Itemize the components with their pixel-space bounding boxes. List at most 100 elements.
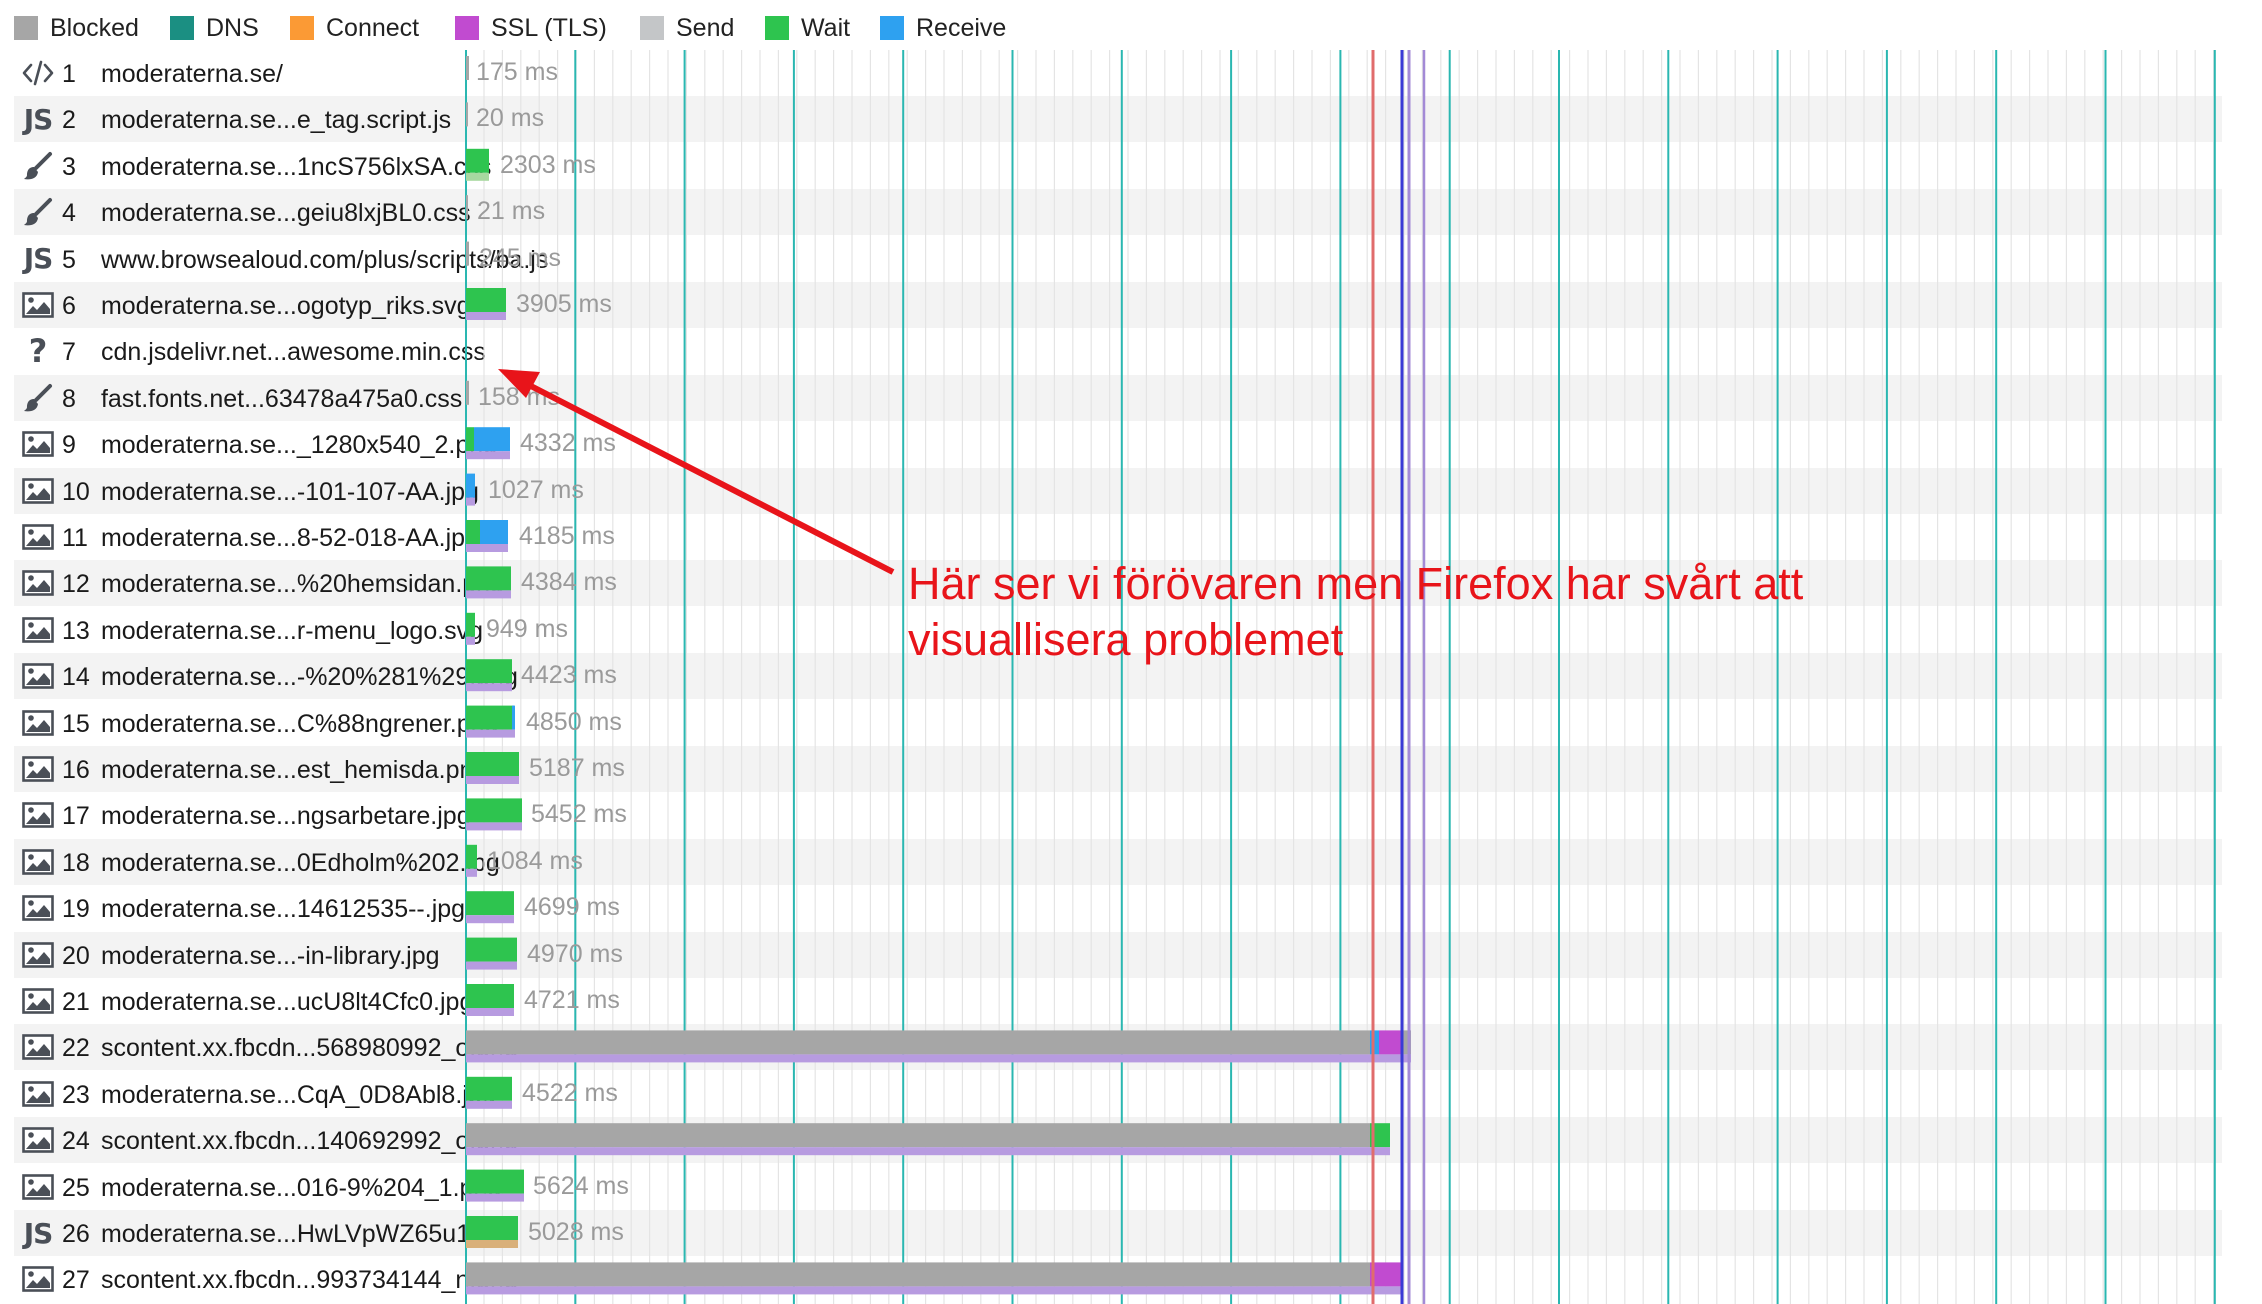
timing-label: 245 ms — [479, 243, 561, 272]
request-number: 16 — [62, 756, 90, 784]
request-name: moderaterna.se...e_tag.script.js — [94, 106, 452, 135]
timing-label: 4522 ms — [522, 1078, 618, 1107]
request-row[interactable]: 4 moderaterna.se...geiu8lxjBL0.css — [14, 189, 2222, 236]
legend-label: Wait — [801, 13, 851, 42]
request-row[interactable]: 11 moderaterna.se...8-52-018-AA.jpg — [14, 514, 2222, 560]
timing-legend: Blocked DNS Connect SSL (TLS) Send Wait Receiv… — [0, 0, 2262, 56]
request-label: 13 moderaterna.se...r-menu_logo.svg — [62, 617, 483, 646]
request-name: moderaterna.se...est_hemisda.png — [94, 756, 488, 784]
timing-label: 4721 ms — [524, 986, 620, 1014]
request-number: 13 — [62, 616, 90, 645]
request-name: moderaterna.se...%20hemsidan.png — [94, 570, 504, 599]
request-label: 1 moderaterna.se/ — [62, 60, 283, 89]
request-row[interactable]: 18 moderaterna.se...0Edholm%202.jpg — [14, 838, 2222, 885]
request-label: 17 moderaterna.se...ngsarbetare.jpg — [62, 802, 471, 831]
timing-label: 21 ms — [477, 197, 546, 226]
legend-label: Connect — [326, 13, 420, 42]
timing-label: 20 ms — [476, 104, 545, 133]
legend-swatch — [290, 16, 314, 40]
request-row[interactable]: 22 scontent.xx.fbcdn...568980992_o.png — [14, 1024, 2222, 1071]
request-label: 14 moderaterna.se...-%20%281%29.png — [62, 663, 518, 692]
legend-swatch — [765, 16, 789, 40]
request-row[interactable]: 8 fast.fonts.net...63478a475a0.css — [14, 374, 2222, 421]
request-label: 16 moderaterna.se...est_hemisda.png — [62, 756, 487, 785]
request-name: moderaterna.se..._1280x540_2.png — [94, 431, 498, 460]
request-name: scontent.xx.fbcdn...140692992_o.png — [94, 1127, 518, 1156]
request-label: 7 cdn.jsdelivr.net...awesome.min.css — [62, 338, 486, 367]
legend-item-wait: Wait — [765, 12, 850, 44]
request-row[interactable]: 20 moderaterna.se...-in-library.jpg — [14, 931, 2222, 978]
request-row[interactable]: 15 moderaterna.se...C%88ngrener.png — [14, 700, 2222, 746]
request-number: 14 — [62, 663, 90, 692]
request-label: 4 moderaterna.se...geiu8lxjBL0.css — [62, 199, 471, 228]
request-row[interactable]: 17 moderaterna.se...ngsarbetare.jpg — [14, 792, 2222, 838]
request-row[interactable]: JS 26 moderaterna.se...HwLVpWZ65u14.js — [14, 1210, 2222, 1256]
brush-icon — [20, 382, 56, 414]
image-icon — [20, 753, 56, 785]
request-row[interactable]: JS 5 www.browsealoud.com/plus/scripts/ba.… — [14, 236, 2222, 282]
legend-label: SSL (TLS) — [491, 13, 607, 42]
legend-item-ssl-tls: SSL (TLS) — [455, 12, 607, 44]
image-icon — [20, 475, 56, 507]
request-label: 22 scontent.xx.fbcdn...568980992_o.png — [62, 1034, 518, 1063]
request-row[interactable]: 10 moderaterna.se...-101-107-AA.jpg — [14, 467, 2222, 514]
request-row[interactable]: 21 moderaterna.se...ucU8lt4Cfc0.jpg — [14, 978, 2222, 1024]
legend-item-connect: Connect — [290, 12, 419, 44]
request-name: moderaterna.se...ogotyp_riks.svg — [94, 292, 471, 320]
request-number: 4 — [62, 199, 76, 228]
annotation-line-2: visuallisera problemet — [908, 614, 1344, 665]
legend-item-dns: DNS — [170, 12, 259, 44]
timing-label: 1027 ms — [488, 475, 584, 504]
request-row[interactable]: 19 moderaterna.se...14612535--.jpg — [14, 885, 2222, 931]
request-row[interactable]: 23 moderaterna.se...CqA_0D8Abl8.jpg — [14, 1071, 2222, 1117]
request-row[interactable]: 3 moderaterna.se...1ncS756lxSA.css — [14, 143, 2222, 189]
timing-label: 158 ms — [478, 382, 560, 411]
request-label: 2 moderaterna.se...e_tag.script.js — [62, 106, 451, 135]
image-icon — [20, 707, 56, 739]
request-name: moderaterna.se...CqA_0D8Abl8.jpg — [94, 1080, 496, 1109]
timing-label: 4423 ms — [521, 661, 617, 690]
request-label: 20 moderaterna.se...-in-library.jpg — [62, 942, 440, 971]
request-row[interactable]: 1 moderaterna.se/ — [14, 50, 2222, 96]
request-row[interactable]: 25 moderaterna.se...016-9%204_1.png — [14, 1164, 2222, 1210]
timing-label: 4185 ms — [519, 522, 615, 550]
timing-label: 3905 ms — [516, 290, 612, 318]
legend-swatch — [14, 16, 38, 40]
request-name: moderaterna.se...016-9%204_1.png — [94, 1173, 502, 1202]
request-row[interactable]: 9 moderaterna.se..._1280x540_2.png — [14, 421, 2222, 467]
request-name: moderaterna.se/ — [94, 60, 283, 88]
request-label: 19 moderaterna.se...14612535--.jpg — [62, 895, 465, 924]
request-number: 9 — [62, 431, 76, 460]
request-row[interactable]: 24 scontent.xx.fbcdn...140692992_o.png — [14, 1117, 2222, 1164]
request-row[interactable]: 16 moderaterna.se...est_hemisda.png — [14, 746, 2222, 792]
request-number: 1 — [62, 60, 76, 88]
request-label: 21 moderaterna.se...ucU8lt4Cfc0.jpg — [62, 988, 473, 1017]
request-name: moderaterna.se...C%88ngrener.png — [94, 709, 499, 738]
request-name: scontent.xx.fbcdn...993734144_n.png — [94, 1266, 518, 1295]
request-number: 15 — [62, 709, 90, 738]
request-row[interactable]: JS 2 moderaterna.se...e_tag.script.js — [14, 96, 2222, 143]
request-name: moderaterna.se...-%20%281%29.png — [94, 663, 518, 692]
legend-item-receive: Receive — [880, 12, 1006, 44]
request-name: moderaterna.se...8-52-018-AA.jpg — [94, 524, 479, 552]
request-name: scontent.xx.fbcdn...568980992_o.png — [94, 1034, 518, 1063]
image-icon — [20, 985, 56, 1017]
request-row[interactable]: ? 7 cdn.jsdelivr.net...awesome.min.css — [14, 328, 2222, 374]
request-row[interactable]: 6 moderaterna.se...ogotyp_riks.svg — [14, 282, 2222, 328]
request-row[interactable]: 27 scontent.xx.fbcdn...993734144_n.png — [14, 1256, 2222, 1302]
request-label: 25 moderaterna.se...016-9%204_1.png — [62, 1174, 501, 1203]
request-number: 21 — [62, 988, 90, 1016]
timing-label: 1084 ms — [487, 846, 583, 875]
timing-label: 5624 ms — [533, 1171, 629, 1200]
legend-swatch — [640, 16, 664, 40]
request-number: 19 — [62, 895, 90, 924]
brush-icon — [20, 150, 56, 182]
request-label: 15 moderaterna.se...C%88ngrener.png — [62, 710, 498, 739]
js-icon: JS — [23, 242, 54, 276]
legend-label: DNS — [206, 13, 259, 42]
legend-swatch — [170, 16, 194, 40]
timing-label: 4970 ms — [527, 939, 623, 968]
image-icon — [20, 892, 56, 924]
annotation-line-1: Här ser vi förövaren men Firefox har svå… — [908, 558, 1804, 609]
js-icon: JS — [23, 1216, 54, 1250]
